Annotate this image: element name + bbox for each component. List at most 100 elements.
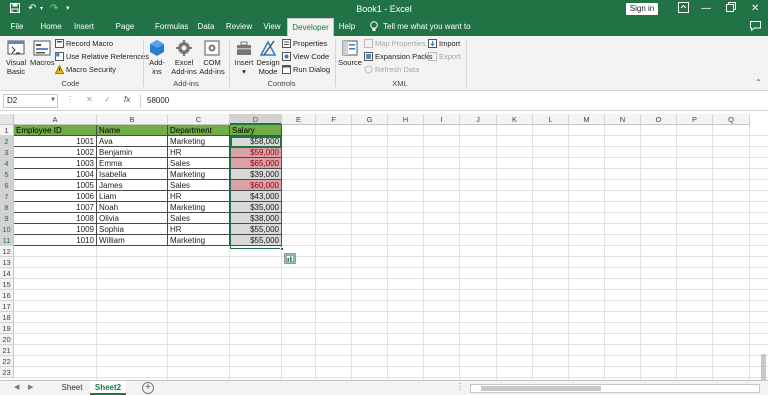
tab-view[interactable]: View: [262, 18, 282, 36]
column-header[interactable]: Q: [713, 114, 750, 125]
sign-in-button[interactable]: Sign in: [626, 3, 658, 15]
table-cell[interactable]: 1005: [14, 180, 97, 191]
table-cell[interactable]: Olivia: [97, 213, 168, 224]
select-all-corner[interactable]: [0, 114, 14, 125]
row-header[interactable]: 22: [0, 356, 14, 367]
table-cell[interactable]: Ava: [97, 136, 168, 147]
worksheet-grid[interactable]: ABCDEFGHIJKLMNOPQ 1 2 3 4 5 6 7 8 9 10 11 12 13 14 15 1…: [0, 114, 768, 380]
record-macro-button[interactable]: Record Macro: [55, 38, 113, 49]
vertical-scrollbar[interactable]: [761, 354, 766, 380]
run-dialog-button[interactable]: Run Dialog: [282, 64, 330, 75]
column-header[interactable]: H: [388, 114, 424, 125]
table-header-cell[interactable]: Employee ID: [14, 125, 97, 136]
column-header[interactable]: K: [497, 114, 533, 125]
table-cell[interactable]: Liam: [97, 191, 168, 202]
sheet-tab[interactable]: Sheet: [56, 381, 88, 395]
column-header[interactable]: J: [460, 114, 497, 125]
design-mode-button[interactable]: Design Mode: [256, 39, 280, 76]
row-header[interactable]: 1: [0, 125, 14, 136]
row-header[interactable]: 3: [0, 147, 14, 158]
table-cell[interactable]: Sales: [168, 213, 230, 224]
view-code-button[interactable]: View Code: [282, 51, 329, 62]
tab-home[interactable]: Home: [38, 18, 64, 36]
table-cell[interactable]: Marketing: [168, 235, 230, 246]
expansion-packs-button[interactable]: Expansion Packs: [364, 51, 433, 62]
horizontal-scroll-thumb[interactable]: [481, 386, 601, 391]
excel-add-ins-button[interactable]: Excel Add-ins: [170, 39, 198, 76]
comments-icon[interactable]: [750, 21, 761, 35]
column-header[interactable]: B: [97, 114, 168, 125]
com-add-ins-button[interactable]: COM Add-ins: [198, 39, 226, 76]
row-header[interactable]: 19: [0, 323, 14, 334]
row-header[interactable]: 10: [0, 224, 14, 235]
ribbon-display-options-icon[interactable]: [678, 2, 689, 17]
table-cell[interactable]: Sales: [168, 158, 230, 169]
column-header[interactable]: F: [316, 114, 352, 125]
row-header[interactable]: 23: [0, 367, 14, 378]
table-cell[interactable]: James: [97, 180, 168, 191]
table-cell[interactable]: Isabella: [97, 169, 168, 180]
cancel-icon[interactable]: ✕: [86, 95, 93, 104]
tab-formulas[interactable]: Formulas: [155, 18, 188, 36]
collapse-ribbon-icon[interactable]: ⌃: [755, 78, 762, 87]
table-cell[interactable]: Sales: [168, 180, 230, 191]
table-cell[interactable]: 1004: [14, 169, 97, 180]
row-header[interactable]: 8: [0, 202, 14, 213]
table-header-cell[interactable]: Salary: [230, 125, 282, 136]
row-header[interactable]: 9: [0, 213, 14, 224]
insert-control-button[interactable]: Insert ▾: [232, 39, 256, 76]
table-cell[interactable]: 1003: [14, 158, 97, 169]
tab-file[interactable]: File: [6, 18, 28, 36]
tab-page-layout[interactable]: Page Layout: [103, 18, 147, 49]
table-cell[interactable]: 1001: [14, 136, 97, 147]
table-cell[interactable]: HR: [168, 147, 230, 158]
table-cell[interactable]: HR: [168, 191, 230, 202]
source-button[interactable]: Source: [338, 39, 362, 67]
row-header[interactable]: 14: [0, 268, 14, 279]
row-header[interactable]: 6: [0, 180, 14, 191]
close-icon[interactable]: ✕: [751, 3, 759, 15]
fill-handle[interactable]: [280, 247, 284, 251]
table-cell[interactable]: Marketing: [168, 202, 230, 213]
tell-me-search[interactable]: Tell me what you want to do: [383, 18, 473, 49]
use-relative-references-button[interactable]: Use Relative References: [55, 51, 149, 62]
table-cell[interactable]: 1010: [14, 235, 97, 246]
export-button[interactable]: Export: [428, 51, 461, 62]
table-cell[interactable]: Noah: [97, 202, 168, 213]
minimize-icon[interactable]: —: [701, 3, 711, 15]
row-header[interactable]: 15: [0, 279, 14, 290]
sheet-next-icon[interactable]: ▶: [28, 383, 33, 391]
column-header[interactable]: O: [641, 114, 677, 125]
table-cell[interactable]: 1007: [14, 202, 97, 213]
column-header[interactable]: M: [569, 114, 605, 125]
macro-security-button[interactable]: Macro Security: [55, 64, 116, 75]
row-header[interactable]: 4: [0, 158, 14, 169]
row-header[interactable]: 7: [0, 191, 14, 202]
properties-button[interactable]: Properties: [282, 38, 327, 49]
column-header[interactable]: P: [677, 114, 713, 125]
active-cell[interactable]: [230, 136, 282, 148]
row-header[interactable]: 20: [0, 334, 14, 345]
visual-basic-button[interactable]: Visual Basic: [3, 39, 29, 76]
tab-insert[interactable]: Insert: [72, 18, 96, 36]
add-ins-button[interactable]: Add- ins: [146, 39, 168, 76]
table-cell[interactable]: HR: [168, 224, 230, 235]
column-header[interactable]: L: [533, 114, 569, 125]
more-sheets-icon[interactable]: ⋮: [456, 382, 464, 391]
row-header[interactable]: 5: [0, 169, 14, 180]
insert-function-icon[interactable]: fx: [124, 95, 130, 104]
row-header[interactable]: 13: [0, 257, 14, 268]
macros-button[interactable]: Macros: [30, 39, 55, 67]
row-header[interactable]: 16: [0, 290, 14, 301]
enter-icon[interactable]: ✓: [104, 95, 111, 104]
column-header[interactable]: E: [282, 114, 316, 125]
column-header[interactable]: N: [605, 114, 641, 125]
table-header-cell[interactable]: Department: [168, 125, 230, 136]
table-cell[interactable]: 1006: [14, 191, 97, 202]
row-header[interactable]: 18: [0, 312, 14, 323]
import-button[interactable]: Import: [428, 38, 460, 49]
horizontal-scrollbar[interactable]: [470, 384, 760, 393]
tab-data[interactable]: Data: [196, 18, 216, 36]
chevron-down-icon[interactable]: ▼: [50, 97, 56, 103]
table-cell[interactable]: 1002: [14, 147, 97, 158]
